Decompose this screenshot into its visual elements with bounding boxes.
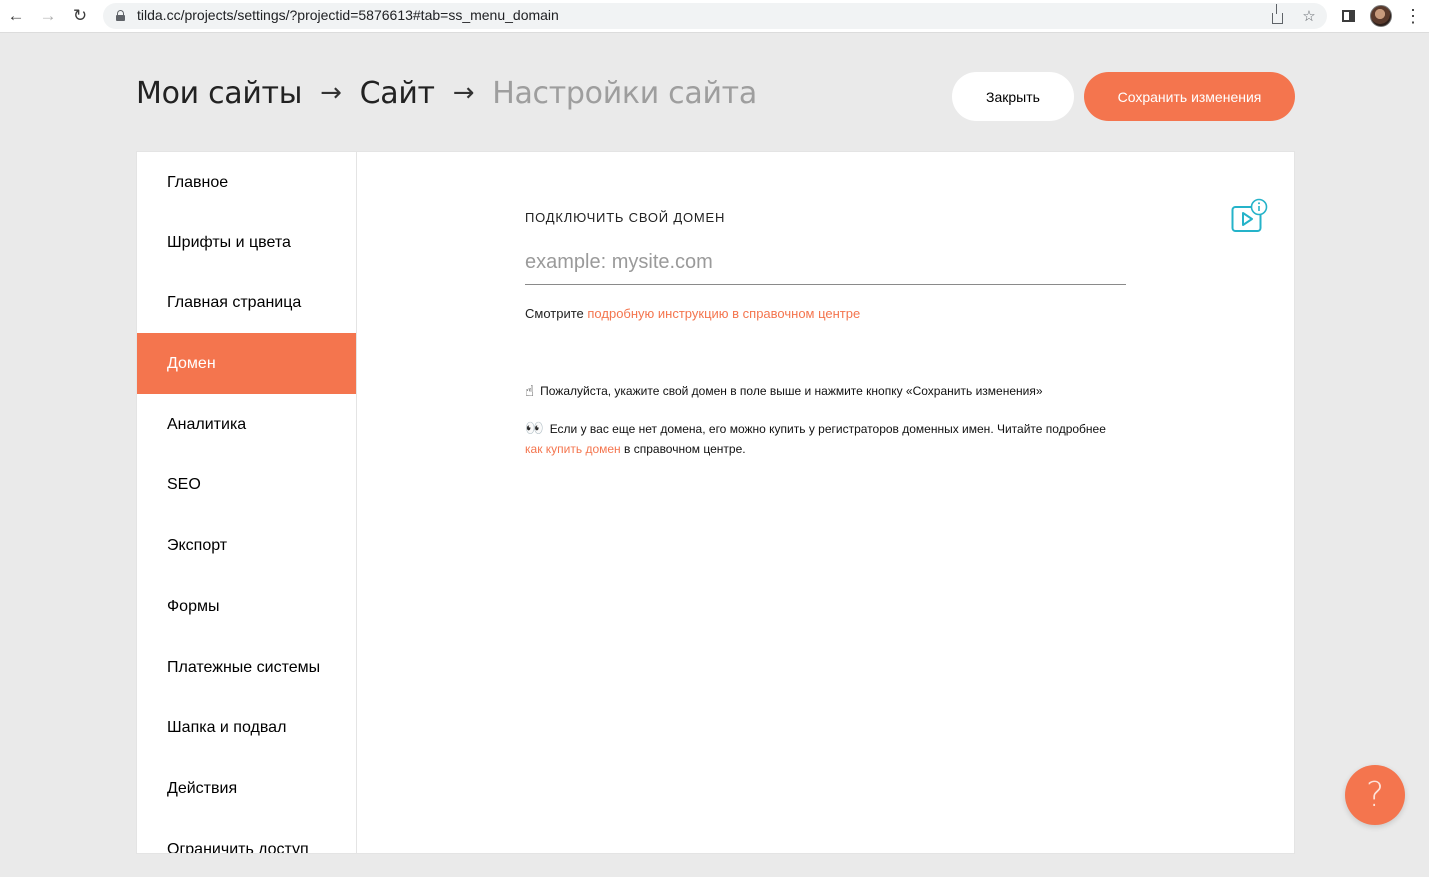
breadcrumb-separator: → [320,78,342,108]
breadcrumb: Мои сайты → Сайт → Настройки сайта [136,72,757,114]
star-icon[interactable]: ☆ [1299,6,1319,26]
breadcrumb-separator: → [452,78,475,108]
sidebar-item-seo[interactable]: SEO [137,454,356,515]
breadcrumb-site[interactable]: Сайт [360,76,435,111]
video-info-icon[interactable] [1231,198,1269,234]
settings-panel: Главное Шрифты и цвета Главная страница … [136,151,1295,854]
sidebar-item-actions[interactable]: Действия [137,758,356,819]
sidebar-item-fonts-colors[interactable]: Шрифты и цвета [137,212,356,273]
domain-hint-text: Пожалуйста, укажите свой домен в поле вы… [540,384,1043,398]
share-icon[interactable] [1267,3,1287,26]
sidebar-item-restrict-access[interactable]: Ограничить доступ [137,819,356,854]
close-button[interactable]: Закрыть [952,72,1074,121]
sidebar-item-main[interactable]: Главное [137,152,356,213]
breadcrumb-current: Настройки сайта [492,75,757,111]
sidebar-item-domain[interactable]: Домен [137,333,356,394]
sidebar-item-home-page[interactable]: Главная страница [137,272,356,333]
lock-icon [116,10,125,21]
reload-icon[interactable]: ↻ [68,5,92,27]
breadcrumb-my-sites[interactable]: Мои сайты [136,76,302,111]
domain-input[interactable] [525,240,1126,285]
save-changes-button[interactable]: Сохранить изменения [1084,72,1295,121]
domain-hint: ☝ Пожалуйста, укажите свой домен в поле … [525,382,1043,400]
buy-domain-suffix: в справочном центре. [624,442,746,456]
sidebar-item-header-footer[interactable]: Шапка и подвал [137,697,356,758]
buy-domain-note: 👀 Если у вас еще нет домена, его можно ку… [525,418,1125,459]
menu-dots-icon[interactable]: ⋮ [1402,5,1424,27]
help-line: Смотрите подробную инструкцию в справочн… [525,306,860,321]
sidebar-item-forms[interactable]: Формы [137,576,356,637]
forward-arrow-icon[interactable]: → [36,5,60,27]
domain-settings-content: ПОДКЛЮЧИТЬ СВОЙ ДОМЕН Смотрите подробную… [357,152,1294,853]
domain-field-label: ПОДКЛЮЧИТЬ СВОЙ ДОМЕН [525,210,726,225]
help-center-link[interactable]: подробную инструкцию в справочном центре [587,306,860,321]
help-prefix: Смотрите [525,306,584,321]
url-text[interactable]: tilda.cc/projects/settings/?projectid=58… [137,7,559,23]
sidebar-item-export[interactable]: Экспорт [137,515,356,576]
help-button[interactable]: ? [1345,765,1405,825]
buy-domain-link[interactable]: как купить домен [525,442,621,456]
back-arrow-icon[interactable]: ← [4,5,28,27]
sidebar-item-analytics[interactable]: Аналитика [137,394,356,455]
address-bar[interactable]: tilda.cc/projects/settings/?projectid=58… [103,3,1327,29]
browser-toolbar: ← → ↻ tilda.cc/projects/settings/?projec… [0,0,1429,33]
sidebar-item-payment-systems[interactable]: Платежные системы [137,637,356,698]
buy-domain-text: Если у вас еще нет домена, его можно куп… [549,422,1106,436]
profile-avatar[interactable] [1370,5,1392,27]
settings-sidebar: Главное Шрифты и цвета Главная страница … [137,152,357,854]
pointing-finger-icon: ☝ [525,382,535,400]
side-panel-icon[interactable] [1337,5,1359,27]
eyes-icon: 👀 [525,419,544,437]
